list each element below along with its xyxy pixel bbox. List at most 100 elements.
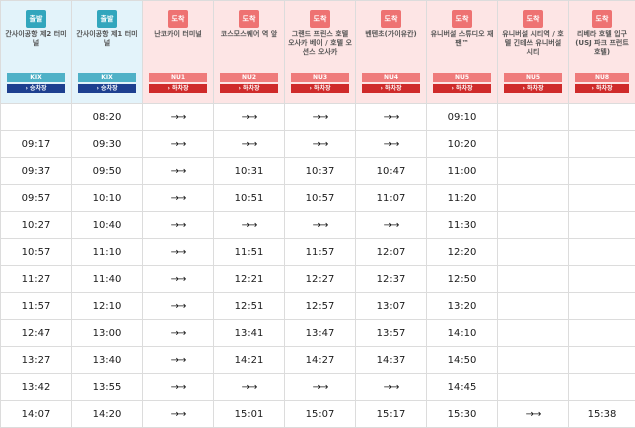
time-cell: 14:20 [71, 400, 143, 428]
stop-code-label: NU8 [575, 73, 629, 82]
time-cell: 10:20 [426, 130, 498, 158]
stop-header-row: 출발 간사이공항 제2 터미널 KIX › 승차장 출발 간사이공항 제1 터미널 KIX ›… [0, 0, 635, 104]
stop-header-1: 출발 간사이공항 제2 터미널 KIX › 승차장 [0, 0, 72, 104]
arrival-badge: 도착 [523, 10, 543, 28]
time-cell: 10:37 [284, 157, 356, 185]
time-cell [497, 265, 569, 293]
time-cell: 13:20 [426, 292, 498, 320]
arrival-badge: 도착 [381, 10, 401, 28]
alighting-area-button[interactable]: › 하차장 [433, 84, 491, 93]
stop-name: 코스모스퀘어 역 앞 [220, 30, 278, 38]
time-cell [497, 184, 569, 212]
time-cell [497, 211, 569, 239]
time-cell [568, 184, 635, 212]
time-cell: 14:27 [284, 346, 356, 374]
time-cell: 12:21 [213, 265, 285, 293]
time-cell: 08:20 [71, 103, 143, 131]
time-cell: →→ [142, 265, 214, 293]
time-cell: →→ [142, 103, 214, 131]
time-cell [0, 103, 72, 131]
stop-header-9: 도착리베라 호텔 입구 (USJ 파크 프런트 호텔) NU8 › 하차장 [568, 0, 635, 104]
time-cell: 12:37 [355, 265, 427, 293]
stop-header-7: 도착 유니버설 스튜디오 재팬™ NU5 › 하차장 [426, 0, 498, 104]
table-row: 11:27 11:40 →→ 12:21 12:27 12:37 12:50 [0, 265, 635, 293]
time-cell: →→ [142, 211, 214, 239]
time-cell: 13:40 [71, 346, 143, 374]
time-cell [568, 211, 635, 239]
time-cell: 10:57 [284, 184, 356, 212]
alighting-area-button[interactable]: › 하차장 [291, 84, 349, 93]
arrival-badge: 도착 [592, 10, 612, 28]
time-cell: →→ [497, 400, 569, 428]
time-cell: 10:40 [71, 211, 143, 239]
stop-name: 간사이공항 제1 터미널 [76, 30, 138, 47]
stop-header-6: 도착벤텐초(가이유칸) NU4 › 하차장 [355, 0, 427, 104]
table-row: 09:57 10:10 →→ 10:51 10:57 11:07 11:20 [0, 184, 635, 212]
alighting-area-button[interactable]: › 하차장 [504, 84, 562, 93]
time-cell: 13:42 [0, 373, 72, 401]
time-cell [497, 130, 569, 158]
time-cell: 13:27 [0, 346, 72, 374]
time-cell: 11:40 [71, 265, 143, 293]
stop-code-label: NU4 [362, 73, 420, 82]
time-cell: 11:10 [71, 238, 143, 266]
time-cell [497, 238, 569, 266]
departure-badge: 출발 [97, 10, 117, 28]
time-cell: →→ [142, 157, 214, 185]
time-cell: 15:38 [568, 400, 635, 428]
boarding-area-button[interactable]: › 승차장 [78, 84, 136, 93]
time-cell: →→ [284, 373, 356, 401]
stop-name: 그랜드 프린스 호텔 오사카 베이 / 호텔 오션스 오사카 [288, 30, 352, 56]
time-cell: →→ [142, 238, 214, 266]
stop-name: 벤텐초(가이유칸) [365, 30, 417, 38]
table-row: 13:42 13:55 →→ →→ →→ →→ 14:45 [0, 373, 635, 401]
time-cell: 11:57 [0, 292, 72, 320]
stop-header-2: 출발 간사이공항 제1 터미널 KIX › 승차장 [71, 0, 143, 104]
time-cell: 14:45 [426, 373, 498, 401]
time-cell: 12:20 [426, 238, 498, 266]
table-row: 13:27 13:40 →→ 14:21 14:27 14:37 14:50 [0, 346, 635, 374]
time-cell: →→ [213, 211, 285, 239]
time-cell [568, 292, 635, 320]
time-cell: 11:27 [0, 265, 72, 293]
time-cell [568, 346, 635, 374]
time-cell: →→ [142, 292, 214, 320]
arrival-badge: 도착 [452, 10, 472, 28]
time-cell [497, 103, 569, 131]
table-row: 14:07 14:20 →→ 15:01 15:07 15:17 15:30 →→ 15:38 [0, 400, 635, 428]
alighting-area-button[interactable]: › 하차장 [220, 84, 278, 93]
stop-name: 유니버설 시티역 / 호텔 긴테쓰 유니버설 시티 [502, 30, 564, 56]
time-cell: 11:30 [426, 211, 498, 239]
time-cell: 11:20 [426, 184, 498, 212]
time-cell: 10:31 [213, 157, 285, 185]
time-cell: 10:47 [355, 157, 427, 185]
stop-name: 리베라 호텔 입구 (USJ 파크 프런트 호텔) [575, 30, 629, 56]
stop-code-label: NU1 [149, 73, 207, 82]
arrival-badge: 도착 [168, 10, 188, 28]
time-cell: →→ [355, 103, 427, 131]
time-cell: →→ [213, 130, 285, 158]
time-cell: →→ [142, 346, 214, 374]
time-cell: 14:21 [213, 346, 285, 374]
time-cell: 12:10 [71, 292, 143, 320]
stop-name: 난코카이 터미널 [154, 30, 202, 38]
departure-badge: 출발 [26, 10, 46, 28]
time-cell: →→ [284, 130, 356, 158]
time-cell: 15:30 [426, 400, 498, 428]
time-cell: 14:07 [0, 400, 72, 428]
boarding-area-button[interactable]: › 승차장 [7, 84, 65, 93]
time-cell: 09:50 [71, 157, 143, 185]
time-cell: 11:07 [355, 184, 427, 212]
time-cell: 13:57 [355, 319, 427, 347]
alighting-area-button[interactable]: › 하차장 [575, 84, 629, 93]
table-row: 09:37 09:50 →→ 10:31 10:37 10:47 11:00 [0, 157, 635, 185]
time-cell: 15:07 [284, 400, 356, 428]
arrival-badge: 도착 [239, 10, 259, 28]
time-cell [568, 130, 635, 158]
alighting-area-button[interactable]: › 하차장 [149, 84, 207, 93]
time-cell [568, 265, 635, 293]
time-cell: 09:37 [0, 157, 72, 185]
alighting-area-button[interactable]: › 하차장 [362, 84, 420, 93]
time-cell: 12:07 [355, 238, 427, 266]
time-cell: 13:41 [213, 319, 285, 347]
